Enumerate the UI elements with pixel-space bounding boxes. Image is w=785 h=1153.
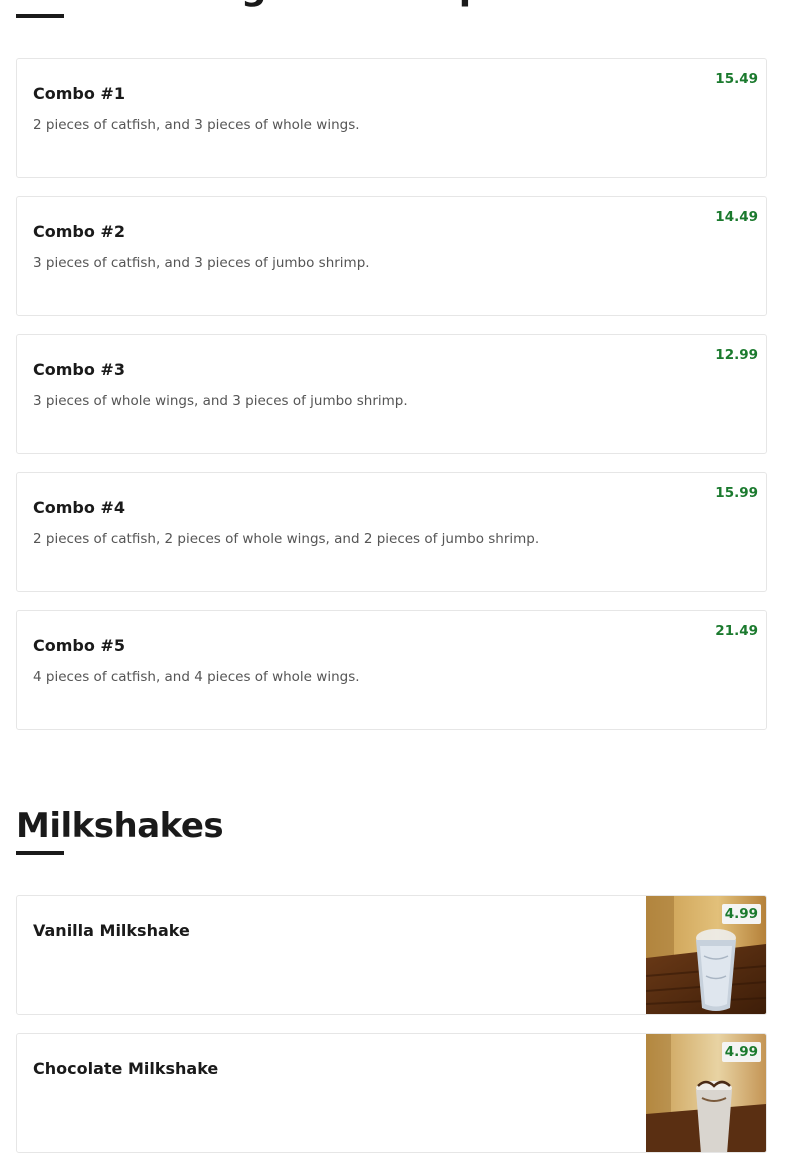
menu-item-name: Combo #1	[33, 84, 125, 103]
menu-item-card[interactable]: Combo #5 4 pieces of catfish, and 4 piec…	[16, 610, 767, 730]
menu-item-name: Vanilla Milkshake	[33, 921, 190, 940]
menu-item-price: 4.99	[721, 1042, 761, 1062]
menu-item-photo: 4.99	[646, 896, 766, 1014]
menu-item-price: 15.49	[715, 71, 758, 87]
menu-item-photo: 4.99	[646, 1034, 766, 1152]
menu-item-price: 21.49	[715, 623, 758, 639]
section-title: Milkshakes	[16, 806, 224, 846]
menu-item-price: 4.99	[721, 904, 761, 924]
menu-item-price: 14.49	[715, 209, 758, 225]
menu-item-name: Combo #5	[33, 636, 125, 655]
menu-item-name: Combo #3	[33, 360, 125, 379]
menu-item-description: 3 pieces of whole wings, and 3 pieces of…	[33, 393, 408, 409]
menu-item-description: 2 pieces of catfish, 2 pieces of whole w…	[33, 531, 540, 547]
menu-item-card[interactable]: Combo #4 2 pieces of catfish, 2 pieces o…	[16, 472, 767, 592]
menu-item-price: 12.99	[715, 347, 758, 363]
menu-item-name: Chocolate Milkshake	[33, 1059, 219, 1078]
menu-item-card[interactable]: Combo #1 2 pieces of catfish, and 3 piec…	[16, 58, 767, 178]
section-title: Combo Wings & Shrimp	[16, 0, 484, 10]
menu-item-card[interactable]: Combo #3 3 pieces of whole wings, and 3 …	[16, 334, 767, 454]
menu-item-card[interactable]: Combo #2 3 pieces of catfish, and 3 piec…	[16, 196, 767, 316]
section-title-underline	[16, 14, 64, 18]
menu-item-name: Combo #4	[33, 498, 125, 517]
section-title-underline	[16, 851, 64, 855]
menu-item-description: 4 pieces of catfish, and 4 pieces of who…	[33, 669, 360, 685]
menu-item-description: 3 pieces of catfish, and 3 pieces of jum…	[33, 255, 370, 271]
menu-item-card[interactable]: Chocolate Milkshake 4.99	[16, 1033, 767, 1153]
menu-item-price: 15.99	[715, 485, 758, 501]
menu-item-name: Combo #2	[33, 222, 125, 241]
menu-item-card[interactable]: Vanilla Milkshake 4.99	[16, 895, 767, 1015]
menu-item-description: 2 pieces of catfish, and 3 pieces of who…	[33, 117, 360, 133]
